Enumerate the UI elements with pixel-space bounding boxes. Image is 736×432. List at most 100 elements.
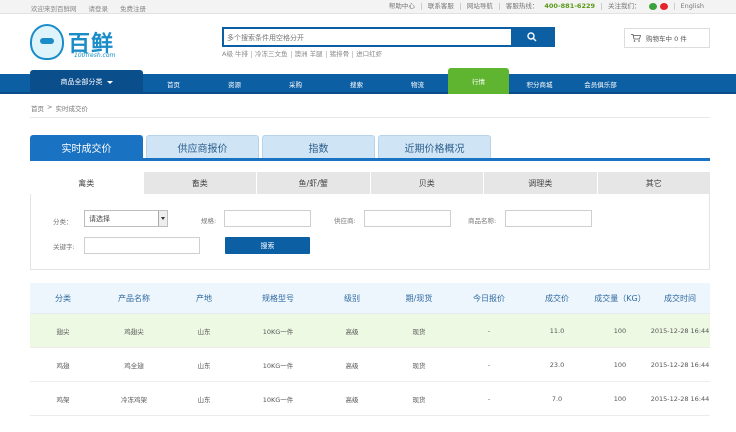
all-categories-label: 商品全部分类 — [60, 78, 103, 86]
tab-realtime-price[interactable]: 实时成交价 — [30, 135, 143, 158]
table-cell: 23.0 — [549, 360, 565, 369]
category-select[interactable]: 请选择 — [84, 210, 168, 227]
product-name-label: 商品名称: — [468, 217, 497, 225]
help-center-link[interactable]: 帮助中心 — [383, 3, 421, 10]
table-row[interactable]: 鸡翅 鸡全翅 山东 10KG一件 高级 现货 - 23.0 100 2015-1… — [30, 348, 710, 382]
breadcrumb-separator: > — [47, 103, 53, 111]
table-cell: 高级 — [345, 361, 359, 370]
nav-item-resources[interactable]: 资源 — [204, 74, 265, 94]
category-tabs: 禽类 畜类 鱼/虾/蟹 贝类 调理类 其它 — [30, 172, 710, 194]
social-icons — [647, 3, 674, 10]
table-cell: 100 — [613, 326, 627, 335]
main-nav: 商品全部分类 首页 资源 采购 搜索 物流 行情 积分商城 会员俱乐部 — [0, 68, 736, 94]
category-tab-prepared[interactable]: 调理类 — [484, 172, 598, 194]
chevron-down-icon — [106, 80, 113, 84]
nav-item-member-club[interactable]: 会员俱乐部 — [570, 74, 631, 94]
site-header: 百鲜 100fresh.com A级 牛排 冷冻三文鱼 澳洲 羊腿 猪排骨 进口… — [0, 14, 736, 70]
table-cell: 现货 — [412, 327, 426, 336]
breadcrumb-home[interactable]: 首页 — [31, 103, 44, 113]
login-link[interactable]: 请登录 — [89, 3, 109, 13]
cart-count-text: 购物车中 0 件 — [646, 35, 687, 43]
hotword-link[interactable]: 猪排骨 — [325, 51, 353, 58]
keyword-label: 关键字: — [53, 243, 75, 251]
breadcrumb-current: 实时成交价 — [55, 105, 88, 113]
spec-input[interactable] — [224, 210, 311, 227]
category-tab-seafood[interactable]: 鱼/虾/蟹 — [257, 172, 371, 194]
column-header: 分类 — [55, 293, 71, 303]
category-tab-livestock[interactable]: 畜类 — [144, 172, 257, 194]
supplier-input[interactable] — [364, 210, 451, 227]
nav-item-market[interactable]: 行情 — [448, 68, 509, 94]
product-name-input[interactable] — [505, 210, 592, 227]
divider — [30, 117, 710, 118]
table-header: 分类 产品名称 产地 规格型号 级别 期/现货 今日报价 成交价 成交量（KG）… — [30, 283, 710, 314]
column-header: 成交价 — [545, 293, 569, 303]
hotword-link[interactable]: 冷冻三文鱼 — [251, 51, 291, 58]
filter-panel: 分类： 请选择 规格: 供应商: 商品名称: 关键字: 搜索 — [30, 194, 710, 270]
price-tabs: 实时成交价 供应商报价 指数 近期价格概况 — [30, 135, 710, 161]
table-cell: 鸡架 — [56, 395, 70, 404]
table-cell: 100 — [613, 360, 627, 369]
price-table: 分类 产品名称 产地 规格型号 级别 期/现货 今日报价 成交价 成交量（KG）… — [30, 283, 710, 416]
hotword-link[interactable]: 进口红虾 — [352, 51, 385, 58]
table-cell: 7.0 — [551, 394, 563, 403]
table-cell: 现货 — [412, 361, 426, 370]
category-select-value: 请选择 — [89, 215, 110, 223]
column-header: 级别 — [344, 293, 360, 303]
register-link[interactable]: 免费注册 — [120, 3, 146, 13]
table-cell: 山东 — [197, 395, 211, 404]
table-cell: 山东 — [197, 327, 211, 336]
category-tab-other[interactable]: 其它 — [598, 172, 711, 194]
follow-us-label: 关注我们： — [601, 3, 647, 10]
search-button[interactable] — [511, 29, 553, 45]
filter-search-button[interactable]: 搜索 — [225, 237, 310, 254]
table-cell: 10KG一件 — [262, 361, 294, 370]
table-cell: 鸡全翅 — [124, 361, 144, 370]
nav-item-logistics[interactable]: 物流 — [387, 74, 448, 94]
top-utility-bar: 欢迎来到百鲜网 请登录 免费注册 帮助中心 联系客服 网站导航 客服热线： 40… — [0, 0, 736, 14]
hotline-number: 400-881-6229 — [544, 2, 596, 10]
table-cell: 山东 — [197, 361, 211, 370]
column-header: 成交时间 — [664, 293, 696, 303]
keyword-input[interactable] — [84, 237, 200, 254]
cart-button[interactable]: 购物车中 0 件 — [624, 28, 710, 48]
nav-item-search[interactable]: 搜索 — [326, 74, 387, 94]
hot-search-words: A级 牛排 冷冻三文鱼 澳洲 羊腿 猪排骨 进口红虾 — [222, 51, 385, 58]
table-cell: 鸡翅尖 — [124, 327, 144, 336]
weibo-icon[interactable] — [659, 3, 668, 10]
supplier-label: 供应商: — [334, 217, 356, 225]
table-row[interactable]: 翅尖 鸡翅尖 山东 10KG一件 高级 现货 - 11.0 100 2015-1… — [30, 314, 710, 348]
nav-item-points-mall[interactable]: 积分商城 — [509, 74, 570, 94]
hotword-link[interactable]: A级 牛排 — [222, 51, 251, 58]
category-label: 分类： — [53, 218, 73, 226]
sitemap-link[interactable]: 网站导航 — [459, 3, 499, 10]
shopping-cart-icon — [631, 34, 641, 42]
tab-recent-overview[interactable]: 近期价格概况 — [378, 135, 491, 158]
tab-supplier-quote[interactable]: 供应商报价 — [146, 135, 259, 158]
hotword-link[interactable]: 澳洲 羊腿 — [290, 51, 326, 58]
chevron-down-icon — [158, 211, 167, 226]
table-cell: 现货 — [412, 395, 426, 404]
contact-service-link[interactable]: 联系客服 — [420, 3, 460, 10]
hotline-label: 客服热线： — [498, 3, 545, 10]
column-header: 成交量（KG） — [594, 293, 646, 303]
logo-domain-text: 100fresh.com — [74, 52, 116, 59]
search-icon — [527, 32, 537, 42]
tab-index[interactable]: 指数 — [262, 135, 375, 158]
table-cell: 100 — [613, 394, 627, 403]
search-input[interactable] — [227, 31, 507, 44]
table-cell: 高级 — [345, 395, 359, 404]
table-row[interactable]: 鸡架 冷冻鸡架 山东 10KG一件 高级 现货 - 7.0 100 2015-1… — [30, 382, 710, 416]
table-cell: 2015-12-28 16:44 — [650, 360, 710, 369]
all-categories-button[interactable]: 商品全部分类 — [30, 70, 143, 94]
site-logo[interactable]: 百鲜 100fresh.com — [30, 22, 138, 64]
category-tab-shellfish[interactable]: 贝类 — [371, 172, 484, 194]
english-link[interactable]: English — [673, 3, 710, 10]
nav-item-purchase[interactable]: 采购 — [265, 74, 326, 94]
column-header: 今日报价 — [473, 293, 505, 303]
nav-item-home[interactable]: 首页 — [143, 74, 204, 94]
wechat-icon[interactable] — [648, 3, 657, 10]
category-tab-poultry[interactable]: 禽类 — [30, 172, 144, 194]
table-cell: - — [487, 326, 491, 335]
table-cell: 翅尖 — [56, 327, 70, 336]
